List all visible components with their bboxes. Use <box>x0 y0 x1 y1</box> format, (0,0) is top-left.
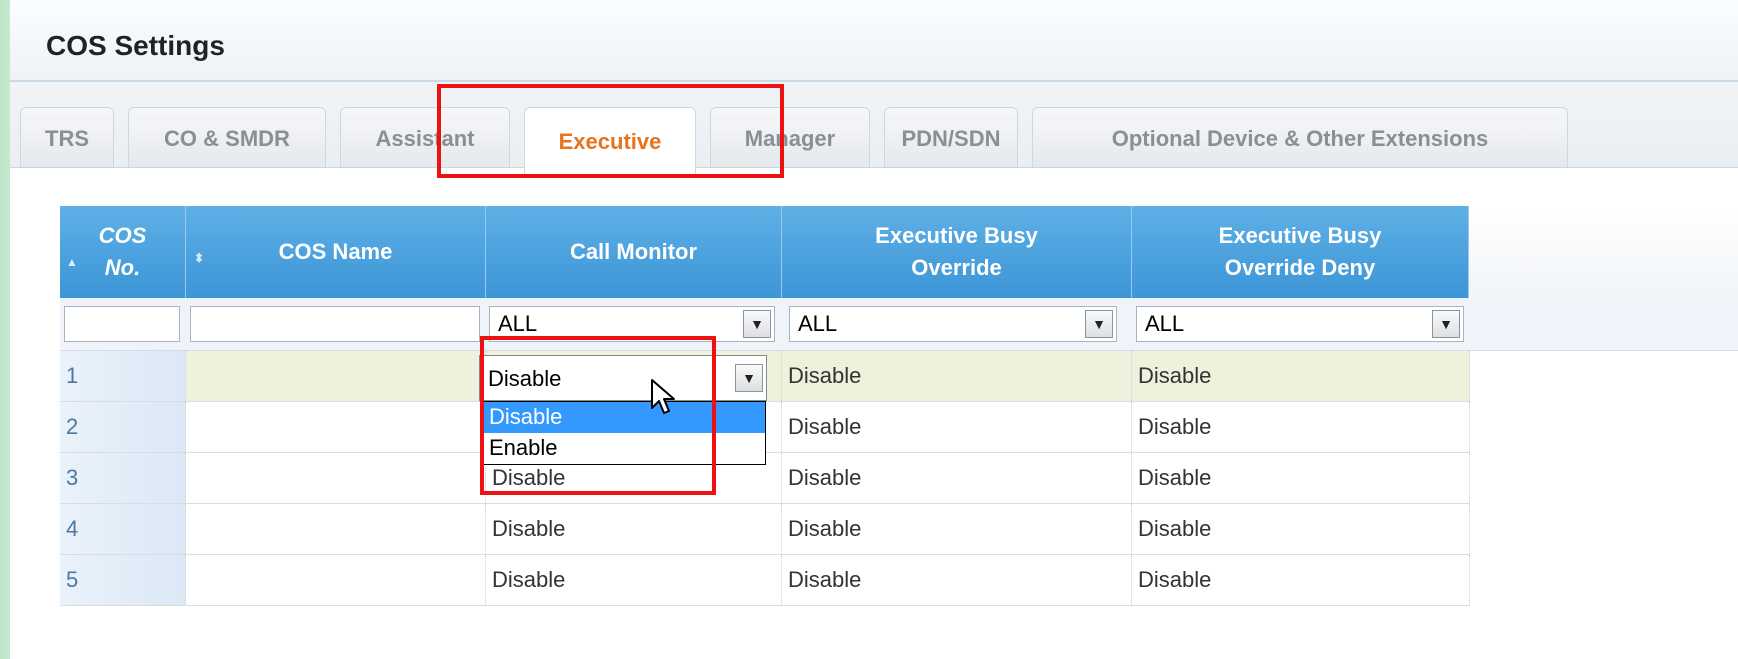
filter-busy-override-deny-select[interactable]: ALL ▼ <box>1136 306 1464 342</box>
cell-cos-no: 4 <box>60 504 186 554</box>
tab-assistant[interactable]: Assistant <box>340 107 510 169</box>
cell-busy-override[interactable]: Disable <box>782 351 1132 401</box>
tab-co-smdr[interactable]: CO & SMDR <box>128 107 326 169</box>
column-header-busy-override-line1: Executive Busy <box>875 223 1038 248</box>
cell-cos-name[interactable] <box>186 555 486 605</box>
chevron-down-icon[interactable]: ▼ <box>1085 310 1113 338</box>
cell-busy-override-deny[interactable]: Disable <box>1132 504 1470 554</box>
column-header-busy-override-deny-line2: Override Deny <box>1224 255 1376 280</box>
filter-call-monitor-value: ALL <box>498 311 538 336</box>
cell-busy-override-deny[interactable]: Disable <box>1132 453 1470 503</box>
cell-busy-override[interactable]: Disable <box>782 555 1132 605</box>
column-header-cos-name[interactable]: ⬍ COS Name <box>186 206 486 298</box>
grid-area: COS No. ▲ ⬍ COS Name Call Monitor Execut… <box>10 168 1738 659</box>
column-header-busy-override-line2: Override <box>911 255 1002 280</box>
cell-call-monitor[interactable]: Disable <box>486 504 782 554</box>
cell-busy-override[interactable]: Disable <box>782 504 1132 554</box>
mouse-pointer-icon <box>651 379 675 414</box>
chevron-down-icon[interactable]: ▼ <box>743 310 771 338</box>
column-header-call-monitor-label: Call Monitor <box>569 239 698 264</box>
filter-call-monitor-select[interactable]: ALL ▼ <box>489 306 775 342</box>
cell-busy-override[interactable]: Disable <box>782 402 1132 452</box>
column-header-cos-name-label: COS Name <box>278 239 393 264</box>
column-header-cos-no-line1: COS <box>98 223 147 248</box>
cell-busy-override-deny[interactable]: Disable <box>1132 351 1470 401</box>
filter-row: ALL ▼ ALL ▼ ALL ▼ <box>60 298 1738 351</box>
table-row[interactable]: 4 Disable Disable Disable <box>60 504 1470 555</box>
column-header-cos-no[interactable]: COS No. ▲ <box>60 206 186 298</box>
chevron-down-icon[interactable]: ▼ <box>1432 310 1460 338</box>
table-row[interactable]: 5 Disable Disable Disable <box>60 555 1470 606</box>
column-header-cos-no-line2: No. <box>104 255 141 280</box>
column-header-busy-override[interactable]: Executive Busy Override <box>782 206 1132 298</box>
cell-busy-override-deny[interactable]: Disable <box>1132 555 1470 605</box>
sort-up-icon: ▲ <box>66 255 78 269</box>
option-enable[interactable]: Enable <box>483 433 765 464</box>
tab-trs[interactable]: TRS <box>20 107 114 169</box>
cell-cos-name[interactable] <box>186 351 486 401</box>
column-header-busy-override-deny[interactable]: Executive Busy Override Deny <box>1132 206 1469 298</box>
cell-cos-name[interactable] <box>186 453 486 503</box>
cell-call-monitor[interactable]: Disable <box>486 555 782 605</box>
tab-manager[interactable]: Manager <box>710 107 870 169</box>
cell-cos-name[interactable] <box>186 402 486 452</box>
column-header-call-monitor[interactable]: Call Monitor <box>486 206 782 298</box>
tab-pdn-sdn[interactable]: PDN/SDN <box>884 107 1018 169</box>
filter-busy-override-value: ALL <box>798 311 838 336</box>
tab-executive[interactable]: Executive <box>524 107 696 175</box>
cell-cos-name[interactable] <box>186 504 486 554</box>
cos-settings-panel: COS Settings TRS CO & SMDR Assistant Exe… <box>10 0 1738 659</box>
page-title: COS Settings <box>46 30 225 61</box>
cell-busy-override[interactable]: Disable <box>782 453 1132 503</box>
chevron-down-icon[interactable]: ▼ <box>735 364 763 392</box>
title-bar: COS Settings <box>10 0 1738 82</box>
cell-cos-no: 1 <box>60 351 186 401</box>
filter-busy-override-deny-value: ALL <box>1145 311 1185 336</box>
filter-cos-name-input[interactable] <box>190 306 480 342</box>
filter-busy-override-select[interactable]: ALL ▼ <box>789 306 1117 342</box>
sort-both-icon: ⬍ <box>194 251 205 265</box>
cell-cos-no: 3 <box>60 453 186 503</box>
filter-cos-no-input[interactable] <box>64 306 180 342</box>
cell-cos-no: 5 <box>60 555 186 605</box>
call-monitor-editor-value: Disable <box>488 366 562 391</box>
call-monitor-editor-select[interactable]: Disable ▼ <box>479 355 767 401</box>
tab-optional-device[interactable]: Optional Device & Other Extensions <box>1032 107 1568 169</box>
call-monitor-dropdown-list: Disable Enable <box>482 401 766 465</box>
column-header-busy-override-deny-line1: Executive Busy <box>1218 223 1382 248</box>
option-disable[interactable]: Disable <box>483 402 765 433</box>
cell-busy-override-deny[interactable]: Disable <box>1132 402 1470 452</box>
cell-cos-no: 2 <box>60 402 186 452</box>
header-filler <box>1469 206 1738 299</box>
